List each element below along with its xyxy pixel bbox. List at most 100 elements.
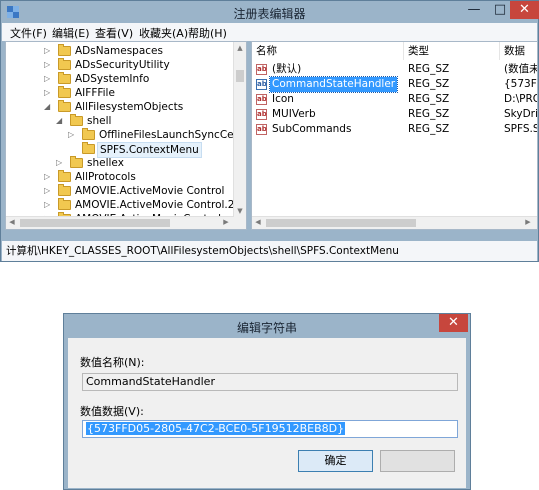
string-value-icon: ab (256, 94, 267, 105)
dialog-close-button[interactable]: ✕ (439, 314, 468, 332)
cancel-button[interactable] (380, 450, 455, 472)
tree-item-label: shellex (87, 157, 124, 169)
scroll-up-arrow-icon[interactable]: ▲ (234, 44, 246, 52)
value-data: {573FF (504, 78, 537, 90)
value-row[interactable]: ab (默认) REG_SZ (数值未 (252, 62, 537, 77)
tree-vertical-scroll-thumb[interactable] (236, 70, 244, 82)
list-horizontal-scroll-thumb[interactable] (266, 219, 416, 227)
tree-expand-arrow-icon[interactable]: ▷ (56, 156, 64, 170)
title-bar[interactable]: 注册表编辑器 — □ ✕ (1, 1, 539, 23)
close-button[interactable]: ✕ (510, 1, 539, 19)
value-name: CommandStateHandler (268, 76, 399, 93)
tree-item[interactable]: ◢ AllFilesystemObjects (6, 100, 234, 114)
tree-collapse-arrow-icon[interactable]: ◢ (56, 114, 64, 128)
column-header-name[interactable]: 名称 (252, 42, 404, 60)
list-horizontal-scrollbar[interactable]: ◀ ▶ (252, 216, 537, 229)
value-name: MUIVerb (272, 108, 316, 120)
tree-horizontal-scrollbar[interactable]: ◀ ▶ (6, 216, 234, 229)
edit-string-dialog: 编辑字符串 ✕ 数值名称(N): CommandStateHandler 数值数… (63, 313, 471, 490)
tree-expand-arrow-icon[interactable]: ▷ (44, 198, 52, 212)
value-row[interactable]: ab SubCommands REG_SZ SPFS.S (252, 122, 537, 137)
value-type: REG_SZ (408, 123, 450, 135)
tree-expand-arrow-icon[interactable]: ▷ (44, 86, 52, 100)
folder-icon (58, 86, 71, 98)
tree-item-label: AMOVIE.ActiveMovie Control (75, 185, 225, 197)
folder-icon (58, 184, 71, 196)
value-data: (数值未 (504, 63, 538, 75)
value-name: SubCommands (272, 123, 352, 135)
folder-icon (58, 44, 71, 56)
tree-item-label: shell (87, 115, 112, 127)
string-value-icon: ab (256, 109, 267, 120)
tree-item[interactable]: ▷ OfflineFilesLaunchSyncCenter (6, 128, 246, 142)
tree-item[interactable]: ▷ AllProtocols (6, 170, 234, 184)
tree-item-label: OfflineFilesLaunchSyncCenter (99, 129, 247, 141)
value-data: SkyDri (504, 108, 538, 120)
menu-bar: 文件(F) 编辑(E) 查看(V) 收藏夹(A) 帮助(H) (2, 23, 537, 41)
value-data: SPFS.S (504, 123, 538, 135)
tree-item[interactable]: ▷ AMOVIE.ActiveMovie Control (6, 184, 234, 198)
folder-icon (58, 198, 71, 210)
menu-view[interactable]: 查看(V) (95, 25, 133, 41)
folder-icon (58, 170, 71, 182)
tree-item[interactable]: ▷ ADSystemInfo (6, 72, 234, 86)
registry-editor-window: 注册表编辑器 — □ ✕ 文件(F) 编辑(E) 查看(V) 收藏夹(A) 帮助… (0, 0, 539, 262)
tree-item-label: ADsSecurityUtility (75, 59, 170, 71)
tree-expand-arrow-icon[interactable]: ▷ (44, 184, 52, 198)
scroll-left-arrow-icon[interactable]: ◀ (6, 218, 18, 226)
tree-item[interactable]: ◢ shell (6, 114, 234, 128)
tree-collapse-arrow-icon[interactable]: ◢ (44, 100, 52, 114)
dialog-title: 编辑字符串 (236, 321, 297, 335)
tree-item[interactable]: ▷ AIFFFile (6, 86, 234, 100)
value-row[interactable]: ab MUIVerb REG_SZ SkyDri (252, 107, 537, 122)
folder-icon (82, 128, 95, 140)
tree-expand-arrow-icon[interactable]: ▷ (44, 58, 52, 72)
tree-item-label: AMOVIE.ActiveMovie Control.2 (75, 199, 235, 211)
value-type: REG_SZ (408, 93, 450, 105)
tree-item[interactable]: ▷ ADsSecurityUtility (6, 58, 234, 72)
menu-favorites[interactable]: 收藏夹(A) (139, 25, 188, 41)
value-name-field: CommandStateHandler (82, 373, 458, 391)
tree-expand-arrow-icon[interactable]: ▷ (68, 128, 76, 142)
column-header-data[interactable]: 数据 (500, 42, 537, 60)
tree-item-label: AIFFFile (75, 87, 115, 99)
scroll-right-arrow-icon[interactable]: ▶ (522, 218, 534, 226)
scroll-right-arrow-icon[interactable]: ▶ (220, 218, 232, 226)
status-bar-path: 计算机\HKEY_CLASSES_ROOT\AllFilesystemObjec… (2, 241, 537, 261)
tree-expand-arrow-icon[interactable]: ▷ (44, 170, 52, 184)
scroll-left-arrow-icon[interactable]: ◀ (252, 218, 264, 226)
tree-expand-arrow-icon[interactable]: ▷ (44, 72, 52, 86)
value-row[interactable]: ab Icon REG_SZ D:\PRO (252, 92, 537, 107)
value-row[interactable]: abCommandStateHandler REG_SZ {573FF (252, 76, 537, 93)
window-title: 注册表编辑器 (233, 7, 306, 21)
tree-expand-arrow-icon[interactable]: ▷ (44, 44, 52, 58)
tree-item-label: AllFilesystemObjects (75, 101, 184, 113)
tree-item-label: ADsNamespaces (75, 45, 163, 57)
minimize-button[interactable]: — (461, 1, 487, 19)
value-data-input[interactable]: {573FFD05-2805-47C2-BCE0-5F19512BEB8D} (82, 420, 458, 438)
folder-icon (58, 100, 71, 112)
tree-item-label: ADSystemInfo (75, 73, 150, 85)
folder-icon (70, 114, 83, 126)
tree-item[interactable]: ▷ AMOVIE.ActiveMovie Control.2 (6, 198, 234, 212)
folder-icon (70, 156, 83, 168)
value-data: D:\PRO (504, 93, 538, 105)
tree-horizontal-scroll-thumb[interactable] (20, 219, 170, 227)
menu-help[interactable]: 帮助(H) (188, 25, 227, 41)
string-value-icon: ab (256, 79, 267, 90)
menu-edit[interactable]: 编辑(E) (52, 25, 90, 41)
ok-button[interactable]: 确定 (298, 450, 373, 472)
tree-item[interactable]: ▷ shellex (6, 156, 234, 170)
tree-vertical-scrollbar[interactable]: ▲ ▼ (233, 42, 246, 229)
column-header-type[interactable]: 类型 (404, 42, 500, 60)
string-value-icon: ab (256, 124, 267, 135)
values-list-pane[interactable]: 名称 类型 数据 ab (默认) REG_SZ (数值未 ab CommandStateH… (251, 41, 538, 230)
tree-item[interactable]: ▷ ADsNamespaces (6, 44, 234, 58)
value-data-text: {573FFD05-2805-47C2-BCE0-5F19512BEB8D} (86, 422, 346, 435)
folder-icon (58, 58, 71, 70)
tree-item[interactable]: SPFS.ContextMenu (6, 142, 234, 158)
key-tree-pane[interactable]: ▷ ADsNamespaces ▷ ADsSecurityUtility ▷ ADSyst… (5, 41, 247, 230)
scroll-down-arrow-icon[interactable]: ▼ (234, 207, 246, 215)
string-value-icon: ab (256, 64, 267, 75)
menu-file[interactable]: 文件(F) (10, 25, 47, 41)
